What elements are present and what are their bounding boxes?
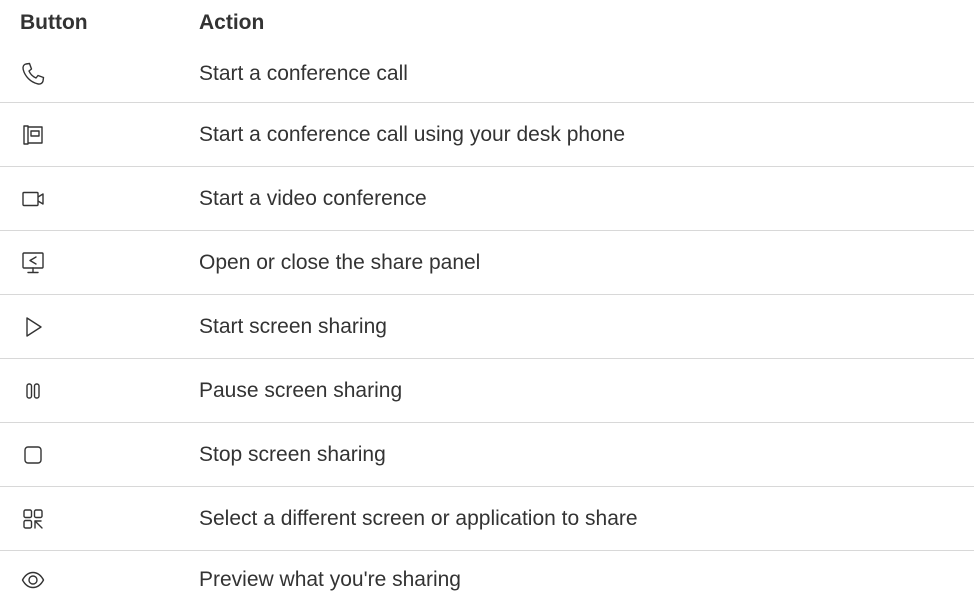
select-screen-icon: [20, 506, 46, 532]
row-action: Open or close the share panel: [199, 250, 481, 274]
header-action: Action: [199, 11, 265, 34]
table-row: Start a conference call using your desk …: [0, 102, 974, 166]
desk-phone-icon: [20, 122, 46, 148]
row-action: Select a different screen or application…: [199, 506, 638, 530]
row-action: Preview what you're sharing: [199, 567, 461, 591]
table-row: Start a video conference: [0, 166, 974, 230]
row-action: Start screen sharing: [199, 314, 387, 338]
row-action: Stop screen sharing: [199, 442, 386, 466]
table-row: Pause screen sharing: [0, 358, 974, 422]
stop-icon: [20, 442, 46, 468]
table-row: Select a different screen or application…: [0, 486, 974, 550]
phone-icon: [20, 61, 46, 87]
row-action: Start a video conference: [199, 186, 427, 210]
table-row: Start screen sharing: [0, 294, 974, 358]
header-button: Button: [20, 11, 88, 34]
table-row: Preview what you're sharing: [0, 550, 974, 608]
row-action: Pause screen sharing: [199, 378, 403, 402]
table-row: Stop screen sharing: [0, 422, 974, 486]
eye-icon: [20, 567, 46, 593]
table-row: Start a conference call: [0, 46, 974, 102]
share-screen-icon: [20, 250, 46, 276]
table-header: Button Action: [0, 0, 974, 46]
video-camera-icon: [20, 186, 46, 212]
table-row: Open or close the share panel: [0, 230, 974, 294]
row-action: Start a conference call: [199, 62, 408, 85]
button-action-table: Button Action Start a conference call St…: [0, 0, 974, 608]
play-icon: [20, 314, 46, 340]
pause-icon: [20, 378, 46, 404]
row-action: Start a conference call using your desk …: [199, 122, 626, 146]
